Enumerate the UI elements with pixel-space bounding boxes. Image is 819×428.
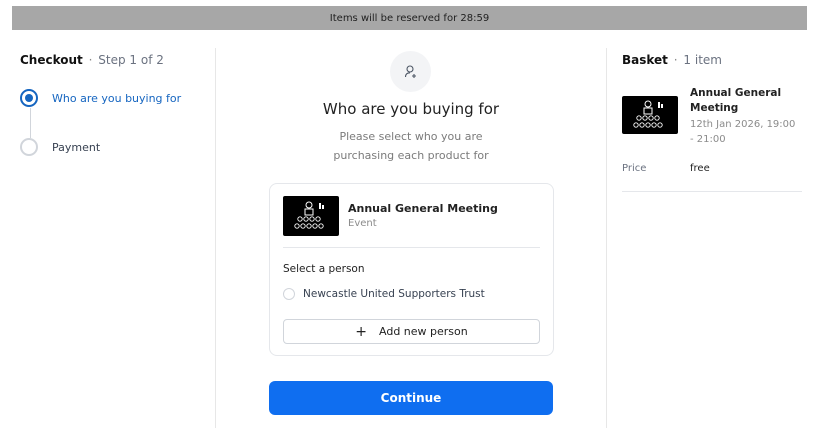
person-option-label: Newcastle United Supporters Trust (303, 288, 485, 300)
reservation-timer-text: Items will be reserved for 28:59 (329, 12, 490, 24)
basket-title: Basket (622, 53, 668, 67)
checkout-heading: Checkout · Step 1 of 2 (20, 53, 164, 67)
basket-divider (622, 191, 802, 192)
product-title: Annual General Meeting (348, 202, 498, 215)
page-subtitle: Please select who you are purchasing eac… (333, 130, 489, 162)
basket-item-date: 12th Jan 2026, 19:00 - 21:00 (690, 119, 796, 145)
plus-icon: + (355, 323, 367, 340)
add-new-person-label: Add new person (379, 325, 468, 338)
basket-item-name: Annual General Meeting (690, 87, 782, 114)
step-inactive-radio-icon (20, 138, 38, 156)
page-title: Who are you buying for (322, 100, 500, 118)
step-active-radio-icon (20, 89, 38, 107)
price-value: free (690, 163, 710, 174)
basket-count: 1 item (683, 53, 722, 67)
continue-label: Continue (380, 391, 442, 405)
checkout-separator: · (88, 53, 93, 67)
person-radio[interactable] (283, 288, 295, 300)
step-label: Who are you buying for (52, 91, 182, 105)
meeting-audience-icon (622, 96, 678, 134)
step-who-are-you-buying-for[interactable]: Who are you buying for (20, 89, 181, 107)
select-person-label: Select a person (283, 263, 365, 275)
step-connector (30, 108, 31, 138)
meeting-audience-icon (283, 196, 339, 236)
checkout-step-indicator: Step 1 of 2 (98, 53, 164, 67)
person-add-icon (390, 51, 431, 92)
basket-heading: Basket · 1 item (622, 53, 722, 67)
step-label: Payment (52, 140, 101, 154)
right-column-divider (606, 48, 607, 428)
person-option-newcastle-united-supporters-trust[interactable]: Newcastle United Supporters Trust (283, 288, 485, 300)
checkout-title: Checkout (20, 53, 83, 67)
product-person-card: Annual General Meeting Event Select a pe… (269, 183, 554, 356)
left-column-divider (215, 48, 216, 428)
product-type: Event (348, 218, 377, 229)
add-new-person-button[interactable]: + Add new person (283, 319, 540, 344)
reservation-timer-banner: Items will be reserved for 28:59 (12, 6, 807, 30)
card-divider (283, 247, 540, 248)
basket-separator: · (673, 53, 678, 67)
continue-button[interactable]: Continue (269, 381, 553, 415)
step-payment[interactable]: Payment (20, 138, 100, 156)
price-label: Price (622, 163, 647, 174)
